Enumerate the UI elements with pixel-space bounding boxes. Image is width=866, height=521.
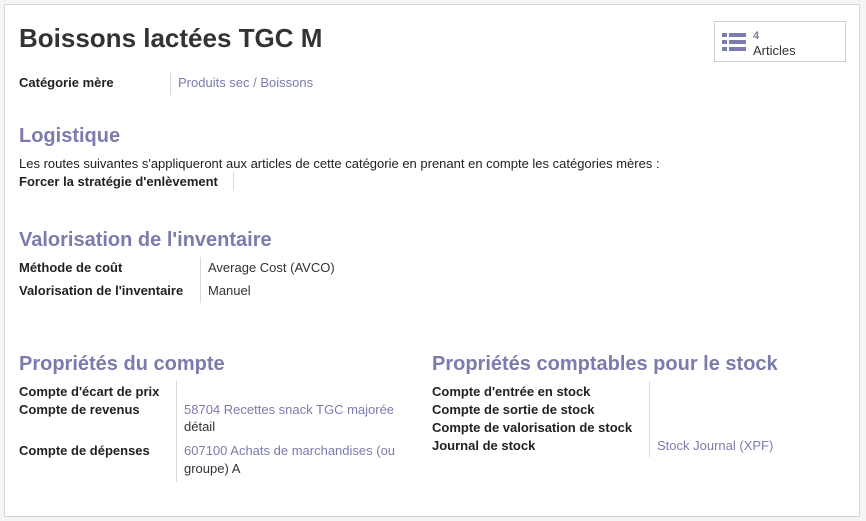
expense-account-link-cont[interactable]: groupe) A [184, 461, 240, 476]
parent-category-label: Catégorie mère [19, 75, 114, 90]
account-properties-heading: Propriétés du compte [19, 353, 225, 375]
removal-strategy-label: Forcer la stratégie d'enlèvement [19, 174, 218, 189]
cost-method-label: Méthode de coût [19, 260, 123, 275]
form-sheet: Boissons lactées TGC M 4 Articles Catégo… [4, 4, 860, 517]
income-account-link[interactable]: 58704 Recettes snack TGC majorée [184, 402, 394, 417]
field-separator [170, 73, 171, 95]
articles-label: Articles [753, 43, 796, 58]
inventory-valuation-value[interactable]: Manuel [208, 283, 251, 298]
stock-output-account-label: Compte de sortie de stock [432, 402, 595, 417]
stock-accounting-heading: Propriétés comptables pour le stock [432, 353, 778, 375]
logistics-note: Les routes suivantes s'appliqueront aux … [19, 156, 660, 171]
field-separator [176, 381, 177, 482]
cost-method-value[interactable]: Average Cost (AVCO) [208, 260, 335, 275]
stock-valuation-account-label: Compte de valorisation de stock [432, 420, 633, 435]
stock-journal-link[interactable]: Stock Journal (XPF) [657, 438, 773, 453]
field-separator [649, 381, 650, 457]
valuation-heading: Valorisation de l'inventaire [19, 229, 272, 251]
income-account-label: Compte de revenus [19, 402, 140, 417]
logistics-heading: Logistique [19, 125, 121, 147]
price-difference-account-label: Compte d'écart de prix [19, 384, 160, 399]
page-title: Boissons lactées TGC M [19, 23, 323, 53]
articles-smart-button[interactable]: 4 Articles [714, 21, 846, 62]
articles-count: 4 [753, 30, 760, 42]
inventory-valuation-label: Valorisation de l'inventaire [19, 283, 184, 298]
expense-account-label: Compte de dépenses [19, 443, 150, 458]
list-icon [722, 33, 746, 51]
stock-journal-label: Journal de stock [432, 438, 536, 453]
field-separator [200, 257, 201, 303]
parent-category-link[interactable]: Produits sec / Boissons [178, 75, 313, 90]
income-account-link-cont[interactable]: détail [184, 419, 215, 434]
field-separator [233, 172, 234, 191]
expense-account-link[interactable]: 607100 Achats de marchandises (ou [184, 443, 395, 458]
stock-input-account-label: Compte d'entrée en stock [432, 384, 591, 399]
